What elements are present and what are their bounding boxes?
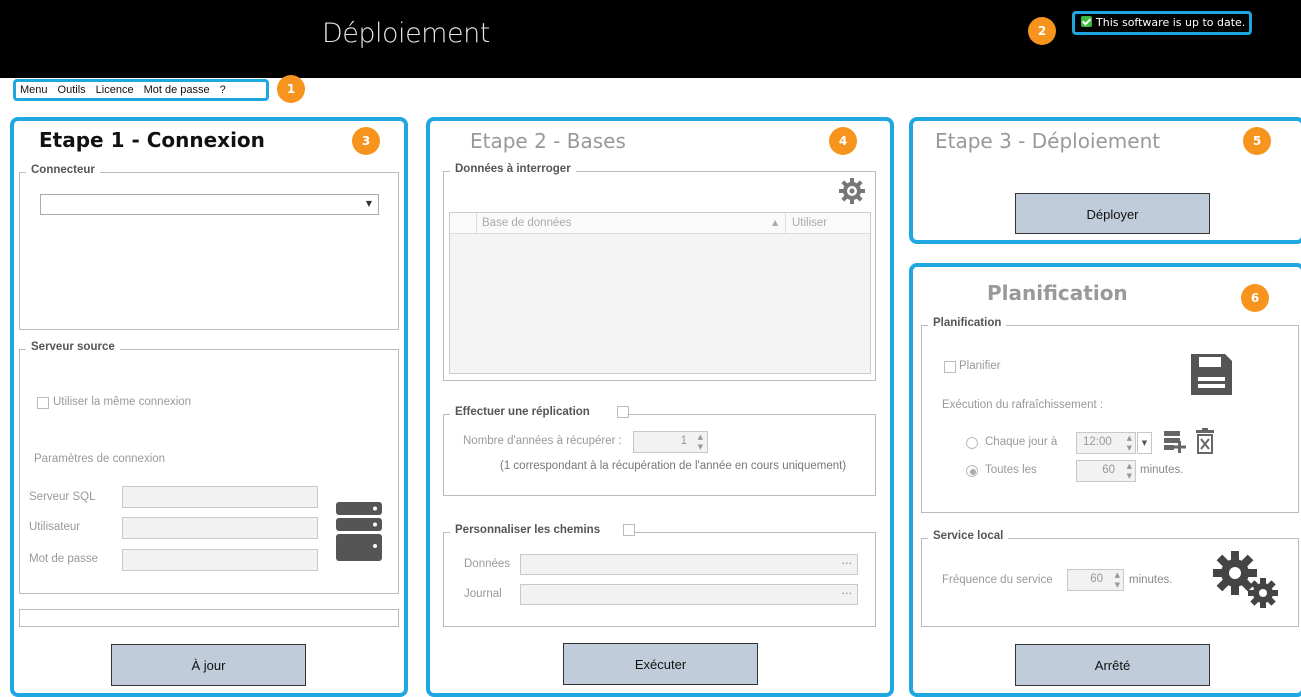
connecteur-label: Connecteur (26, 164, 100, 176)
params-connexion-label: Paramètres de connexion (34, 453, 166, 465)
chemins-checkbox[interactable] (623, 524, 635, 536)
chaque-jour-radio[interactable] (966, 437, 978, 449)
deployer-button[interactable]: Déployer (1015, 193, 1210, 234)
serveur-sql-label: Serveur SQL (29, 491, 96, 503)
spin-arrows-icon[interactable]: ▲ ▼ (1115, 570, 1120, 590)
same-connection-checkbox[interactable] (37, 397, 49, 409)
chevron-down-icon: ▼ (365, 199, 372, 208)
a-jour-button[interactable]: À jour (111, 644, 306, 686)
replication-checkbox[interactable] (617, 406, 629, 418)
delete-schedule-icon[interactable] (1195, 428, 1215, 454)
badge-2: 2 (1028, 17, 1056, 45)
replication-label: Effectuer une réplication (450, 406, 620, 418)
browse-icon[interactable]: ··· (842, 587, 853, 600)
minutes-spinner[interactable]: 60 ▲ ▼ (1076, 460, 1136, 482)
chaque-jour-label: Chaque jour à (985, 436, 1058, 448)
planifier-label: Planifier (959, 360, 1001, 372)
grid-divider-2 (785, 213, 786, 234)
frequence-label: Fréquence du service (942, 574, 1053, 586)
spin-arrows-icon[interactable]: ▲ ▼ (1127, 433, 1132, 453)
mot-de-passe-input[interactable] (122, 549, 318, 571)
time-dropdown[interactable]: ▼ (1137, 432, 1152, 454)
exec-label: Exécution du rafraîchissement : (942, 399, 1104, 411)
badge-6: 6 (1241, 284, 1269, 312)
save-floppy-icon[interactable] (1189, 352, 1234, 397)
utilisateur-label: Utilisateur (29, 521, 81, 533)
same-connection-label: Utiliser la même connexion (53, 396, 192, 408)
minutes-label: minutes. (1140, 464, 1184, 476)
menu-item-licence[interactable]: Licence (96, 84, 134, 96)
executer-button[interactable]: Exécuter (563, 643, 758, 685)
update-status-text: This software is up to date. (1096, 16, 1246, 29)
donnees-group-label: Données à interroger (450, 163, 576, 175)
badge-4: 4 (829, 127, 857, 155)
col-base-header[interactable]: Base de données (482, 217, 572, 229)
donnees-path-label: Données (464, 558, 511, 570)
chevron-down-icon: ▼ (1141, 439, 1148, 447)
sort-up-icon: ▲ (772, 218, 779, 227)
server-icon (336, 502, 382, 561)
app-title: Déploiement (322, 18, 490, 49)
service-local-label: Service local (928, 530, 1009, 542)
spin-arrows-icon[interactable]: ▲ ▼ (1127, 461, 1132, 481)
connecteur-select[interactable]: ▼ (40, 194, 379, 215)
replication-group (443, 414, 876, 496)
browse-icon[interactable]: ··· (842, 557, 853, 570)
check-icon (1081, 16, 1092, 27)
mot-de-passe-label: Mot de passe (29, 553, 99, 565)
radio-dot (970, 469, 976, 475)
step2-title: Etape 2 - Bases (470, 129, 626, 153)
utilisateur-input[interactable] (122, 517, 318, 539)
step3-title: Etape 3 - Déploiement (935, 129, 1161, 153)
update-status-box: This software is up to date. (1072, 11, 1252, 35)
settings-gear-icon[interactable] (838, 177, 866, 205)
toutes-les-label: Toutes les (985, 464, 1037, 476)
badge-3: 3 (352, 127, 380, 155)
grid-divider (476, 213, 477, 234)
add-schedule-icon[interactable] (1163, 430, 1187, 454)
menu-item-help[interactable]: ? (220, 84, 226, 96)
planification-title: Planification (987, 281, 1128, 305)
menu-bar: Menu Outils Licence Mot de passe ? (13, 79, 269, 101)
time-value: 12:00 (1083, 436, 1112, 448)
databases-grid[interactable]: Base de données ▲ Utiliser (449, 212, 871, 374)
journal-path-label: Journal (464, 588, 502, 600)
nb-annees-spinner[interactable]: 1 ▲ ▼ (633, 431, 708, 453)
nb-annees-label: Nombre d'années à récupérer : (463, 435, 622, 447)
serveur-sql-input[interactable] (122, 486, 318, 508)
spin-arrows-icon[interactable]: ▲ ▼ (698, 432, 703, 452)
badge-1: 1 (277, 75, 305, 103)
toutes-les-radio[interactable] (966, 465, 978, 477)
planification-group (921, 325, 1299, 513)
planification-group-label: Planification (928, 317, 1007, 329)
frequence-value: 60 (1090, 573, 1103, 585)
frequence-spinner[interactable]: 60 ▲ ▼ (1067, 569, 1124, 591)
progress-bar (19, 609, 399, 627)
step1-title: Etape 1 - Connexion (39, 128, 265, 152)
menu-item-outils[interactable]: Outils (58, 84, 86, 96)
col-utiliser-header[interactable]: Utiliser (792, 217, 827, 229)
badge-5: 5 (1243, 127, 1271, 155)
chemins-group (443, 532, 876, 627)
replication-note: (1 correspondant à la récupération de l'… (500, 460, 847, 472)
chemins-label: Personnaliser les chemins (450, 524, 631, 536)
minutes-value: 60 (1102, 464, 1115, 476)
frequence-minutes-label: minutes. (1129, 574, 1173, 586)
journal-path-input[interactable]: ··· (520, 584, 858, 605)
time-picker[interactable]: 12:00 ▲ ▼ (1076, 432, 1136, 454)
serveur-source-label: Serveur source (26, 341, 120, 353)
arrete-button[interactable]: Arrêté (1015, 644, 1210, 686)
menu-item-menu[interactable]: Menu (20, 84, 48, 96)
nb-annees-value: 1 (680, 435, 687, 447)
planifier-checkbox[interactable] (944, 361, 956, 373)
donnees-path-input[interactable]: ··· (520, 554, 858, 575)
service-gears-icon (1213, 551, 1278, 608)
menu-item-mot-de-passe[interactable]: Mot de passe (144, 84, 210, 96)
